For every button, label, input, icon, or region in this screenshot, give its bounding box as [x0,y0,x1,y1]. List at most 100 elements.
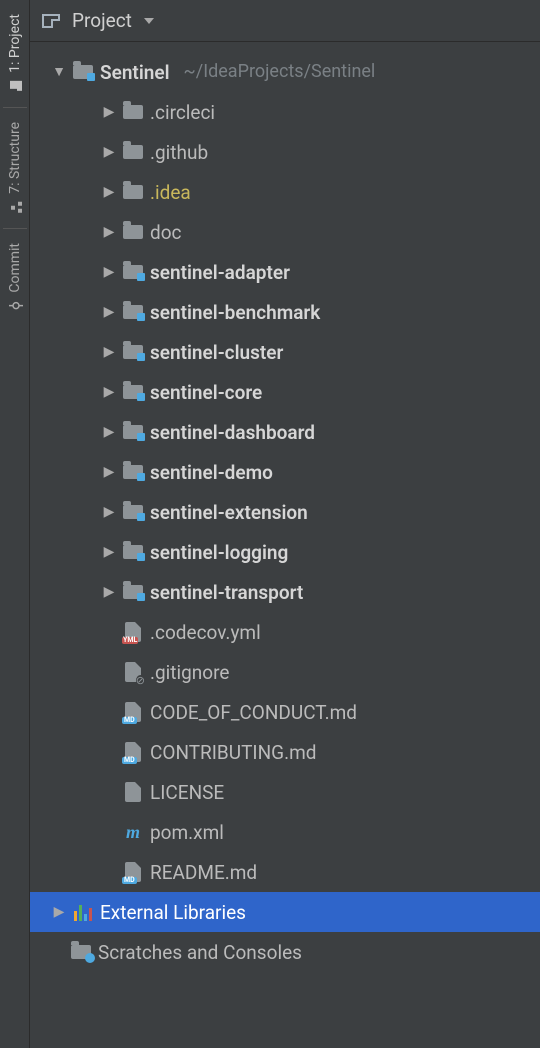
node-label: sentinel-dashboard [150,423,315,442]
folder-icon [122,181,144,203]
tree-node[interactable]: ▶sentinel-cluster [30,332,540,372]
sidebar-tab-label: 7: Structure [7,122,23,194]
expand-arrow-icon[interactable]: ▶ [52,905,66,919]
folder-icon [122,141,144,163]
node-label: .gitignore [150,663,229,682]
folder-icon [122,221,144,243]
maven-icon: m [122,821,144,843]
root-path: ~/IdeaProjects/Sentinel [184,63,376,81]
tree-node[interactable]: ▶CONTRIBUTING.md [30,732,540,772]
yml-file-icon [122,621,144,643]
node-label: .github [150,143,208,162]
expand-arrow-icon[interactable]: ▶ [102,585,116,599]
node-label: Scratches and Consoles [98,943,302,962]
expand-arrow-icon[interactable]: ▶ [102,105,116,119]
expand-arrow-icon[interactable]: ▶ [102,465,116,479]
tree-node[interactable]: ▶README.md [30,852,540,892]
expand-arrow-icon[interactable]: ▶ [102,545,116,559]
sidebar-tab-label: Commit [7,243,23,293]
commit-icon [8,298,22,312]
tree-node[interactable]: ▶sentinel-benchmark [30,292,540,332]
scratches-and-consoles[interactable]: Scratches and Consoles [30,932,540,972]
tree-root[interactable]: ▼ Sentinel ~/IdeaProjects/Sentinel [30,52,540,92]
tree-node[interactable]: ▶.codecov.yml [30,612,540,652]
external-libraries-icon [72,901,94,923]
expand-arrow-icon[interactable]: ▶ [102,305,116,319]
tree-node[interactable]: ▶ sentinel-demo [30,452,540,492]
node-label: LICENSE [150,783,224,802]
expand-arrow-icon[interactable]: ▶ [102,145,116,159]
module-folder-icon [72,61,94,83]
node-label: CONTRIBUTING.md [150,743,316,762]
external-libraries[interactable]: ▶ External Libraries [30,892,540,932]
expand-arrow-icon[interactable]: ▶ [102,505,116,519]
separator [3,107,27,108]
tree-node[interactable]: ▶ sentinel-dashboard [30,412,540,452]
node-label: sentinel-extension [150,503,308,522]
expand-arrow-icon[interactable]: ▶ [102,425,116,439]
node-label: sentinel-adapter [150,263,290,282]
project-panel: Project ▼ Sentinel ~/IdeaProjects/Sentin… [30,0,540,1048]
tree-node[interactable]: ▶CODE_OF_CONDUCT.md [30,692,540,732]
sidebar-tab-project[interactable]: 1: Project [5,4,25,103]
sidebar-tab-label: 1: Project [7,14,23,73]
panel-header: Project [30,0,540,42]
module-folder-icon [122,461,144,483]
expand-arrow-icon[interactable]: ▶ [102,345,116,359]
module-folder-icon [122,381,144,403]
expand-arrow-icon[interactable]: ▶ [102,185,116,199]
view-selector[interactable]: Project [72,9,132,32]
node-label: doc [150,223,182,242]
node-label: sentinel-transport [150,583,303,602]
tree-node[interactable]: ▶ sentinel-transport [30,572,540,612]
project-tree[interactable]: ▼ Sentinel ~/IdeaProjects/Sentinel ▶ .cir… [30,42,540,1048]
md-file-icon [122,701,144,723]
node-label: .codecov.yml [150,623,261,642]
node-label: README.md [150,863,257,882]
node-label: External Libraries [100,903,246,922]
module-folder-icon [122,581,144,603]
tool-window-tabstrip: 1: Project 7: Structure Commit [0,0,30,1048]
md-file-icon [122,861,144,883]
folder-icon [8,79,22,93]
node-label: CODE_OF_CONDUCT.md [150,703,357,722]
node-label: pom.xml [150,823,224,842]
folder-icon [122,101,144,123]
tree-node[interactable]: ▶ sentinel-core [30,372,540,412]
tree-node[interactable]: ▶ .github [30,132,540,172]
node-label: sentinel-core [150,383,262,402]
module-folder-icon [122,501,144,523]
sidebar-tab-structure[interactable]: 7: Structure [5,112,25,224]
node-label: .idea [150,183,191,202]
tree-node[interactable]: ▶mpom.xml [30,812,540,852]
tree-node[interactable]: ▶ sentinel-adapter [30,252,540,292]
chevron-down-icon[interactable] [144,18,154,24]
tree-node[interactable]: ▶ doc [30,212,540,252]
module-folder-icon [122,341,144,363]
module-folder-icon [122,261,144,283]
scratches-icon [70,941,92,963]
tree-node[interactable]: ▶LICENSE [30,772,540,812]
txt-file-icon [122,781,144,803]
expand-arrow-icon[interactable]: ▶ [102,265,116,279]
expand-arrow-icon[interactable]: ▶ [102,385,116,399]
root-name: Sentinel [100,63,170,82]
separator [3,228,27,229]
md-file-icon [122,741,144,763]
node-label: .circleci [150,103,215,122]
tree-node[interactable]: ▶ .circleci [30,92,540,132]
node-label: sentinel-demo [150,463,273,482]
project-view-icon [40,10,62,32]
module-folder-icon [122,541,144,563]
sidebar-tab-commit[interactable]: Commit [5,233,25,323]
module-folder-icon [122,421,144,443]
tree-node[interactable]: ▶ sentinel-logging [30,532,540,572]
expand-arrow-icon[interactable]: ▼ [52,65,66,79]
tree-node[interactable]: ▶.gitignore [30,652,540,692]
expand-arrow-icon[interactable]: ▶ [102,225,116,239]
node-label: sentinel-logging [150,543,288,562]
ign-file-icon [122,661,144,683]
module-folder-icon [122,301,144,323]
tree-node[interactable]: ▶ sentinel-extension [30,492,540,532]
tree-node[interactable]: ▶ .idea [30,172,540,212]
